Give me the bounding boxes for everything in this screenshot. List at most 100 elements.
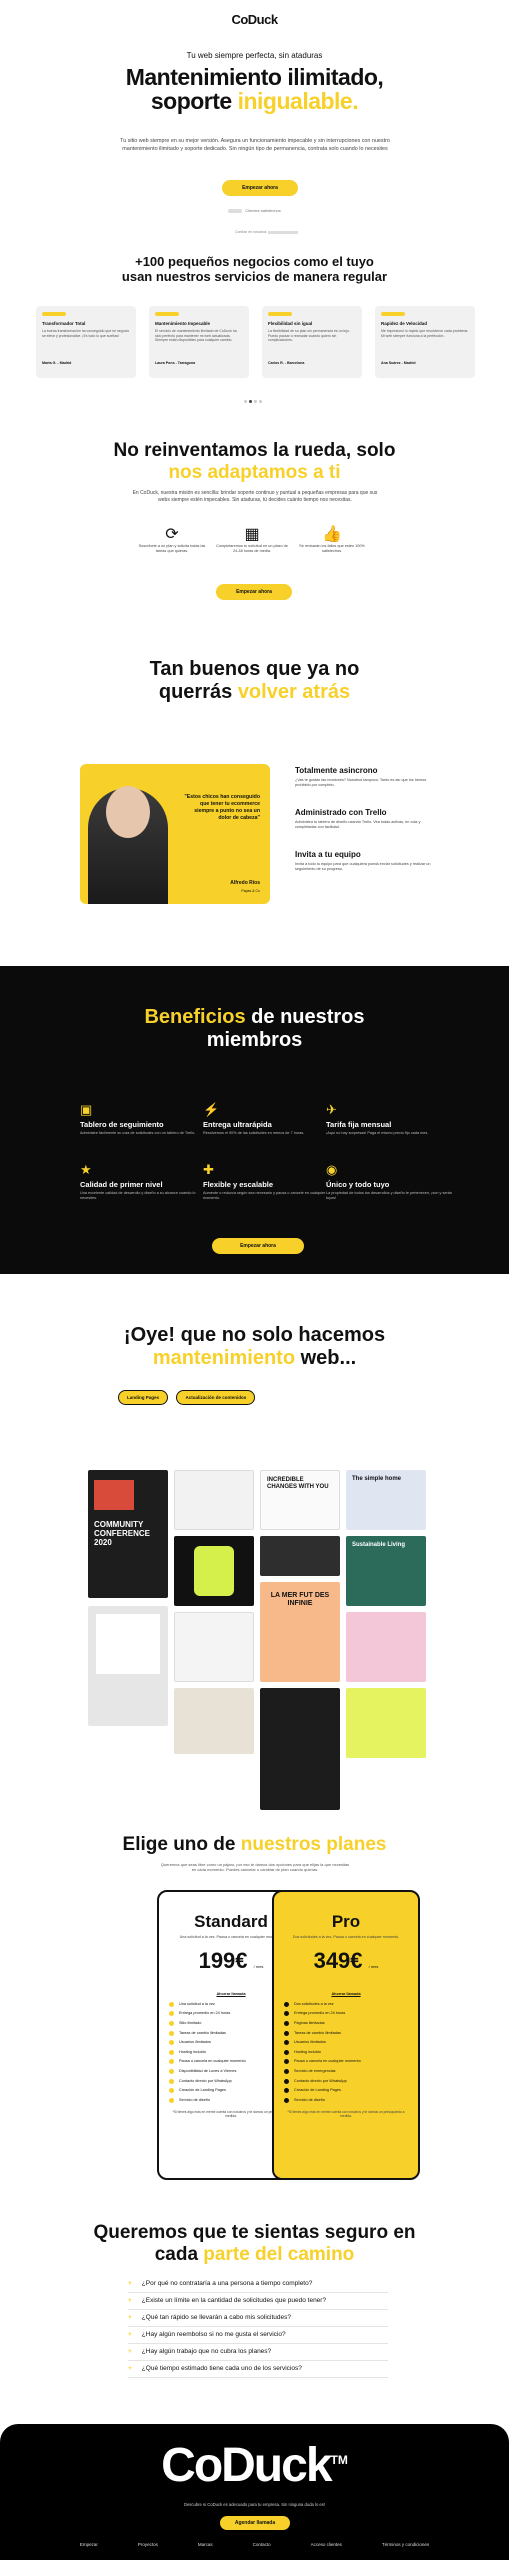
benefit-title: Único y todo tuyo	[326, 1180, 390, 1189]
testimonial-carousel[interactable]: Transformador Total La buena transformaci…	[36, 306, 475, 378]
plan-feature: Pausa o cancela en cualquier momento	[284, 2059, 408, 2065]
rating-stars	[42, 312, 66, 316]
carousel-dot[interactable]	[249, 400, 252, 403]
testimonial-body: La flexibilidad de su plan sin permanenc…	[268, 329, 350, 343]
pill-landing-pages[interactable]: Landing Pages	[118, 1390, 169, 1405]
reinvent-feature: ⟳ Suscríbete a un plan y solicita todas l…	[136, 524, 208, 554]
portfolio-tile[interactable]	[88, 1606, 168, 1726]
benefit-title: Flexible y escalable	[203, 1180, 274, 1189]
reinvent-feature-text: Completaremos tu solicitud en un plazo d…	[216, 544, 288, 553]
testimonial-card[interactable]: Transformador Total La buena transformaci…	[36, 306, 136, 378]
portfolio-tile[interactable]	[174, 1470, 254, 1530]
hero-note: Clientes satisfechos	[0, 208, 509, 213]
calendar-icon: ▦	[244, 526, 260, 543]
brand-logo[interactable]: CoDuck	[0, 12, 509, 27]
faq-question: ¿Existe un límite en la cantidad de soli…	[141, 2297, 327, 2304]
guarantee-feature-title: Totalmente asincrono	[295, 766, 378, 775]
portfolio-gallery: COMMUNITY CONFERENCE 2020 INCREDIBLE CHA…	[88, 1470, 428, 1820]
plus-icon[interactable]: +	[128, 2280, 132, 2287]
portfolio-tile[interactable]: LA MER FUT DES INFINIE	[260, 1582, 340, 1682]
testimonial-card[interactable]: Mantenimiento Impecable El servicio de ma…	[149, 306, 249, 378]
plan-feature: Servicio de diseño	[284, 2097, 408, 2103]
footer-nav-link[interactable]: Términos y condiciones	[382, 2542, 429, 2547]
portfolio-tile[interactable]	[260, 1536, 340, 1576]
benefits-cta-button[interactable]: Empezar ahora	[212, 1238, 304, 1254]
benefit-item: ⚡ Entrega ultrarápida Resolvemos el 90% de…	[203, 1102, 333, 1136]
benefit-title: Tarifa fija mensual	[326, 1120, 392, 1129]
plan-card-pro[interactable]: Pro Dos solicitudes a la vez. Pausa o can…	[272, 1890, 420, 2180]
faq-question: ¿Qué tiempo estimado tiene cada uno de l…	[141, 2365, 302, 2372]
faq-item[interactable]: + ¿Por qué no contrataría a una persona a…	[128, 2280, 388, 2293]
testimonial-card[interactable]: Rapidez de Velocidad Me impresionó lo ráp…	[375, 306, 475, 378]
portfolio-tile[interactable]	[174, 1688, 254, 1754]
refresh-icon: ⟳	[165, 526, 179, 543]
plan-feature: Entrega promedio en 24 horas	[284, 2011, 408, 2017]
plus-icon[interactable]: +	[128, 2348, 132, 2355]
footer-nav: Empezar Proyectos Marcas Contacto Acceso cli…	[0, 2542, 509, 2547]
portfolio-tile[interactable]	[174, 1612, 254, 1682]
footer: CoDuckTM Descubre si CoDuck es adecuado …	[0, 2424, 509, 2560]
plus-icon[interactable]: +	[128, 2331, 132, 2338]
faq-item[interactable]: + ¿Existe un límite en la cantidad de sol…	[128, 2297, 388, 2310]
benefit-item: ★ Calidad de primer nivel Una excelente ca…	[80, 1162, 210, 1201]
portfolio-tile[interactable]	[260, 1688, 340, 1810]
reinvent-body: En CoDuck, nuestra misión es sencilla: b…	[132, 490, 378, 503]
reinvent-cta-button[interactable]: Empezar ahora	[216, 584, 292, 600]
footer-desc: Descubre si CoDuck es adecuado para tu e…	[183, 2502, 326, 2507]
portfolio-filter: Landing Pages Actualización de contenido…	[118, 1386, 259, 1405]
carousel-dot[interactable]	[259, 400, 262, 403]
faq-title: Queremos que te sientas seguro en cada p…	[93, 2222, 416, 2265]
faq-question: ¿Por qué no contrataría a una persona a …	[141, 2280, 313, 2287]
benefit-item: ✚ Flexible y escalable Aumente o reduzca s…	[203, 1162, 333, 1201]
portfolio-tile[interactable]	[346, 1612, 426, 1682]
hero-lead: Tu sitio web siempre en su mejor versión…	[120, 138, 390, 152]
plus-icon[interactable]: +	[128, 2314, 132, 2321]
testimonial-title: Mantenimiento Impecable	[155, 321, 211, 326]
footer-nav-link[interactable]: Empezar	[80, 2542, 98, 2547]
reinvent-feature: 👍 Se revisarán los fallos que estén 100% …	[296, 524, 368, 554]
portfolio-tile[interactable]	[174, 1536, 254, 1606]
quote-role: Papas & Co	[241, 889, 260, 893]
hero-cta-button[interactable]: Empezar ahora	[222, 180, 298, 196]
testimonial-body: La buena transformación ha conseguido qu…	[42, 329, 130, 338]
footer-nav-link[interactable]: Contacto	[253, 2542, 271, 2547]
guarantee-title: Tan buenos que ya no querrás volver atrá…	[149, 658, 360, 703]
footer-logo[interactable]: CoDuckTM	[0, 2438, 509, 2493]
testimonial-author: Ana Suárez - Madrid	[381, 361, 416, 365]
plus-icon[interactable]: +	[128, 2365, 132, 2372]
carousel-dot[interactable]	[254, 400, 257, 403]
portfolio-tile[interactable]	[346, 1688, 426, 1758]
testimonial-body: El servicio de mantenimiento ilimitado d…	[155, 329, 237, 343]
plan-price-unit: / mes	[253, 1963, 264, 1969]
footer-nav-link[interactable]: Proyectos	[138, 2542, 158, 2547]
flexible-icon: ✚	[203, 1162, 214, 1177]
carousel-dot[interactable]	[244, 400, 247, 403]
faq-question: ¿Qué tan rápido se llevarán a cabo mis s…	[141, 2314, 292, 2321]
faq-item[interactable]: + ¿Hay algún reembolso si no me gusta el …	[128, 2331, 388, 2344]
footer-nav-link[interactable]: Marcas	[198, 2542, 213, 2547]
thumbs-up-icon: 👍	[322, 526, 342, 543]
portfolio-tile[interactable]: The simple home	[346, 1470, 426, 1530]
guarantee-feature-body: Invita a todo tu equipo para que cualqui…	[295, 862, 431, 871]
portfolio-tile[interactable]: INCREDIBLE CHANGES WITH YOU	[260, 1470, 340, 1530]
footer-nav-link[interactable]: Acceso clientes	[311, 2542, 342, 2547]
hero-avatars	[228, 208, 243, 213]
faq-question: ¿Hay algún reembolso si no me gusta el s…	[141, 2331, 286, 2338]
portfolio-tile[interactable]: Sustainable Living	[346, 1536, 426, 1606]
faq-item[interactable]: + ¿Qué tiempo estimado tiene cada uno de …	[128, 2365, 388, 2378]
carousel-dots[interactable]	[244, 390, 264, 408]
plus-icon[interactable]: +	[128, 2297, 132, 2304]
person-face	[106, 786, 150, 838]
benefit-body: Resolvemos el 90% de las solicitudes en …	[203, 1131, 305, 1135]
benefit-body: La propiedad de todos tus desarrollos y …	[326, 1191, 453, 1200]
faq-item[interactable]: + ¿Hay algún trabajo que no cubra los pla…	[128, 2348, 388, 2361]
testimonial-card[interactable]: Flexibilidad sin igual La flexibilidad de…	[262, 306, 362, 378]
pill-actualizacion[interactable]: Actualización de contenidos	[176, 1390, 256, 1405]
plan-desc: Dos solicitudes a la vez. Pausa o cancel…	[292, 1935, 400, 1939]
plan-feature: Tareas de cambio ilimitadas	[284, 2030, 408, 2036]
portfolio-tile[interactable]: COMMUNITY CONFERENCE 2020	[88, 1470, 168, 1598]
faq-item[interactable]: + ¿Qué tan rápido se llevarán a cabo mis …	[128, 2314, 388, 2327]
plan-call-link[interactable]: Ahorrar llamada	[284, 1992, 408, 1996]
footer-cta-button[interactable]: Agendar llamada	[220, 2516, 290, 2530]
quote-text: "Estos chicos han conseguido que tener t…	[184, 794, 260, 821]
